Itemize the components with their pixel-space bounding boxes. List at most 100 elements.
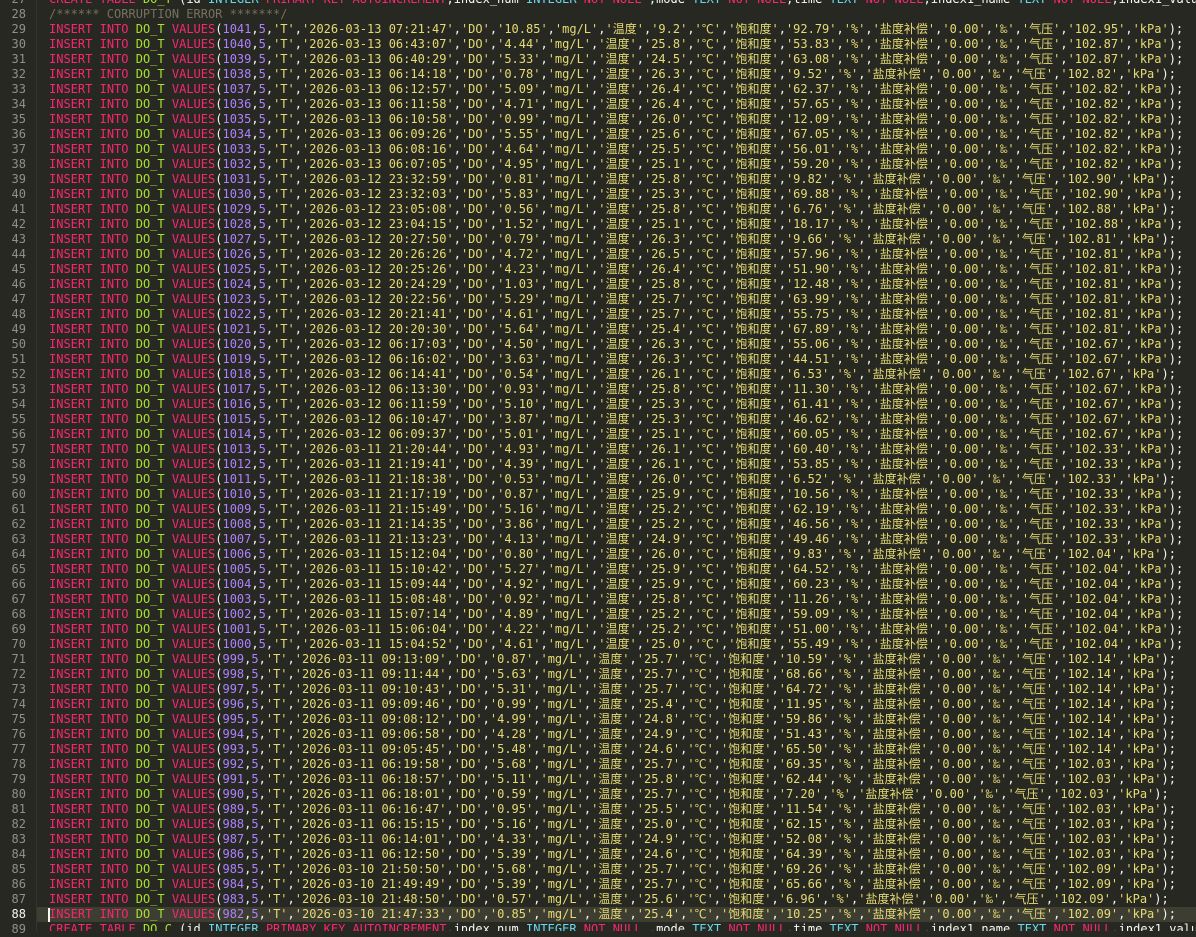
- line-number: 69: [11, 622, 26, 636]
- code-line[interactable]: INSERT INTO DO_T VALUES(996,5,'T','2026-…: [49, 697, 1176, 712]
- code-line[interactable]: INSERT INTO DO_T VALUES(1028,5,'T','2026…: [49, 217, 1183, 232]
- line-number: 71: [11, 652, 26, 666]
- code-line[interactable]: /****** CORRUPTION ERROR *******/: [49, 7, 287, 22]
- line-number: 78: [11, 757, 26, 771]
- line-number: 68: [11, 607, 26, 621]
- code-line[interactable]: INSERT INTO DO_T VALUES(1016,5,'T','2026…: [49, 397, 1183, 412]
- code-line[interactable]: INSERT INTO DO_T VALUES(992,5,'T','2026-…: [49, 757, 1176, 772]
- code-line[interactable]: INSERT INTO DO_T VALUES(1027,5,'T','2026…: [49, 232, 1176, 247]
- code-line[interactable]: INSERT INTO DO_T VALUES(1026,5,'T','2026…: [49, 247, 1183, 262]
- code-line[interactable]: INSERT INTO DO_T VALUES(1006,5,'T','2026…: [49, 547, 1176, 562]
- code-line[interactable]: INSERT INTO DO_T VALUES(998,5,'T','2026-…: [49, 667, 1176, 682]
- code-line[interactable]: INSERT INTO DO_T VALUES(1034,5,'T','2026…: [49, 127, 1183, 142]
- line-number: 35: [11, 112, 26, 126]
- code-line[interactable]: INSERT INTO DO_T VALUES(986,5,'T','2026-…: [49, 847, 1176, 862]
- line-number: 82: [11, 817, 26, 831]
- code-line[interactable]: INSERT INTO DO_T VALUES(1031,5,'T','2026…: [49, 172, 1176, 187]
- line-number: 57: [11, 442, 26, 456]
- line-number: 37: [11, 142, 26, 156]
- line-number: 87: [11, 892, 26, 906]
- line-number: 47: [11, 292, 26, 306]
- code-line[interactable]: INSERT INTO DO_T VALUES(1029,5,'T','2026…: [49, 202, 1176, 217]
- line-number: 80: [11, 787, 26, 801]
- line-number: 72: [11, 667, 26, 681]
- code-line[interactable]: INSERT INTO DO_T VALUES(1001,5,'T','2026…: [49, 622, 1183, 637]
- code-line[interactable]: INSERT INTO DO_T VALUES(1007,5,'T','2026…: [49, 532, 1183, 547]
- line-number: 75: [11, 712, 26, 726]
- code-line[interactable]: INSERT INTO DO_T VALUES(984,5,'T','2026-…: [49, 877, 1176, 892]
- code-area[interactable]: CREATE TABLE DO_T (id INTEGER PRIMARY KE…: [49, 0, 1196, 931]
- code-line[interactable]: INSERT INTO DO_T VALUES(1010,5,'T','2026…: [49, 487, 1183, 502]
- code-line[interactable]: INSERT INTO DO_T VALUES(1008,5,'T','2026…: [49, 517, 1183, 532]
- line-number: 64: [11, 547, 26, 561]
- code-line[interactable]: INSERT INTO DO_T VALUES(1015,5,'T','2026…: [49, 412, 1183, 427]
- code-line[interactable]: INSERT INTO DO_T VALUES(1025,5,'T','2026…: [49, 262, 1183, 277]
- code-line[interactable]: INSERT INTO DO_T VALUES(1017,5,'T','2026…: [49, 382, 1183, 397]
- code-line[interactable]: INSERT INTO DO_T VALUES(1023,5,'T','2026…: [49, 292, 1183, 307]
- code-line[interactable]: CREATE TABLE DO_T (id INTEGER PRIMARY KE…: [49, 0, 1196, 7]
- line-number: 61: [11, 502, 26, 516]
- line-number: 51: [11, 352, 26, 366]
- code-line[interactable]: INSERT INTO DO_T VALUES(1014,5,'T','2026…: [49, 427, 1183, 442]
- line-number: 31: [11, 52, 26, 66]
- code-line[interactable]: INSERT INTO DO_T VALUES(1018,5,'T','2026…: [49, 367, 1176, 382]
- line-number: 27: [0, 0, 26, 7]
- code-line[interactable]: INSERT INTO DO_T VALUES(990,5,'T','2026-…: [49, 787, 1169, 802]
- line-number: 56: [11, 427, 26, 441]
- code-line[interactable]: INSERT INTO DO_T VALUES(1002,5,'T','2026…: [49, 607, 1183, 622]
- code-line[interactable]: INSERT INTO DO_T VALUES(1041,5,'T','2026…: [49, 22, 1183, 37]
- code-line[interactable]: INSERT INTO DO_T VALUES(1033,5,'T','2026…: [49, 142, 1183, 157]
- code-line[interactable]: CREATE TABLE DO_C (id INTEGER PRIMARY KE…: [49, 922, 1196, 931]
- line-number: 30: [11, 37, 26, 51]
- code-line[interactable]: INSERT INTO DO_T VALUES(1009,5,'T','2026…: [49, 502, 1183, 517]
- line-number: 74: [11, 697, 26, 711]
- code-editor[interactable]: 2728293031323334353637383940414243444546…: [0, 0, 1196, 936]
- code-line[interactable]: INSERT INTO DO_T VALUES(1024,5,'T','2026…: [49, 277, 1183, 292]
- code-line[interactable]: INSERT INTO DO_T VALUES(993,5,'T','2026-…: [49, 742, 1176, 757]
- code-line[interactable]: INSERT INTO DO_T VALUES(1037,5,'T','2026…: [49, 82, 1183, 97]
- code-line[interactable]: INSERT INTO DO_T VALUES(1013,5,'T','2026…: [49, 442, 1183, 457]
- code-line[interactable]: INSERT INTO DO_T VALUES(1038,5,'T','2026…: [49, 67, 1176, 82]
- code-line[interactable]: INSERT INTO DO_T VALUES(1004,5,'T','2026…: [49, 577, 1183, 592]
- comment-token: /****** CORRUPTION ERROR *******/: [49, 7, 288, 21]
- code-line[interactable]: INSERT INTO DO_T VALUES(989,5,'T','2026-…: [49, 802, 1176, 817]
- code-line[interactable]: INSERT INTO DO_T VALUES(1040,5,'T','2026…: [49, 37, 1183, 52]
- code-line[interactable]: INSERT INTO DO_T VALUES(997,5,'T','2026-…: [49, 682, 1176, 697]
- code-line[interactable]: INSERT INTO DO_T VALUES(1019,5,'T','2026…: [49, 352, 1183, 367]
- code-line[interactable]: INSERT INTO DO_T VALUES(991,5,'T','2026-…: [49, 772, 1176, 787]
- code-line[interactable]: INSERT INTO DO_T VALUES(988,5,'T','2026-…: [49, 817, 1176, 832]
- code-line[interactable]: INSERT INTO DO_T VALUES(1036,5,'T','2026…: [49, 97, 1183, 112]
- line-number: 53: [11, 382, 26, 396]
- code-line[interactable]: INSERT INTO DO_T VALUES(1030,5,'T','2026…: [49, 187, 1183, 202]
- code-line[interactable]: INSERT INTO DO_T VALUES(985,5,'T','2026-…: [49, 862, 1176, 877]
- code-line[interactable]: INSERT INTO DO_T VALUES(1039,5,'T','2026…: [49, 52, 1183, 67]
- line-number: 79: [11, 772, 26, 786]
- code-line[interactable]: INSERT INTO DO_T VALUES(1003,5,'T','2026…: [49, 592, 1183, 607]
- line-number: 38: [11, 157, 26, 171]
- code-line[interactable]: INSERT INTO DO_T VALUES(1035,5,'T','2026…: [49, 112, 1183, 127]
- line-number: 28: [11, 7, 26, 21]
- code-line[interactable]: INSERT INTO DO_T VALUES(987,5,'T','2026-…: [49, 832, 1176, 847]
- line-number: 70: [11, 637, 26, 651]
- line-number: 62: [11, 517, 26, 531]
- line-number: 39: [11, 172, 26, 186]
- code-line[interactable]: INSERT INTO DO_T VALUES(1020,5,'T','2026…: [49, 337, 1183, 352]
- line-number: 32: [11, 67, 26, 81]
- text-cursor: [48, 908, 50, 922]
- code-line[interactable]: INSERT INTO DO_T VALUES(1012,5,'T','2026…: [49, 457, 1183, 472]
- code-line[interactable]: INSERT INTO DO_T VALUES(982,5,'T','2026-…: [49, 907, 1176, 922]
- code-line[interactable]: INSERT INTO DO_T VALUES(1021,5,'T','2026…: [49, 322, 1183, 337]
- code-line[interactable]: INSERT INTO DO_T VALUES(1022,5,'T','2026…: [49, 307, 1183, 322]
- code-line[interactable]: INSERT INTO DO_T VALUES(983,5,'T','2026-…: [49, 892, 1169, 907]
- code-line[interactable]: INSERT INTO DO_T VALUES(995,5,'T','2026-…: [49, 712, 1176, 727]
- code-line[interactable]: INSERT INTO DO_T VALUES(1000,5,'T','2026…: [49, 637, 1183, 652]
- code-line[interactable]: INSERT INTO DO_T VALUES(1032,5,'T','2026…: [49, 157, 1183, 172]
- code-line[interactable]: INSERT INTO DO_T VALUES(994,5,'T','2026-…: [49, 727, 1176, 742]
- line-number: 65: [11, 562, 26, 576]
- code-line[interactable]: INSERT INTO DO_T VALUES(999,5,'T','2026-…: [49, 652, 1176, 667]
- line-number: 34: [11, 97, 26, 111]
- code-line[interactable]: INSERT INTO DO_T VALUES(1005,5,'T','2026…: [49, 562, 1183, 577]
- line-number: 84: [11, 847, 26, 861]
- line-number: 43: [11, 232, 26, 246]
- code-line[interactable]: INSERT INTO DO_T VALUES(1011,5,'T','2026…: [49, 472, 1176, 487]
